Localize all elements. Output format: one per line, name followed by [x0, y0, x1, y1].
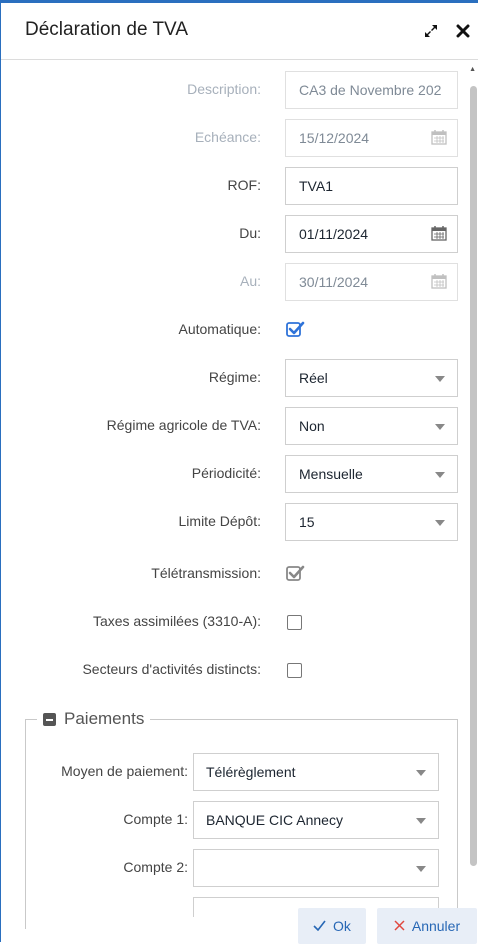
chevron-down-icon — [435, 520, 445, 526]
ok-button-label: Ok — [333, 918, 351, 934]
au-row: Au: 30/11/2024 — [1, 263, 461, 301]
compte1-label: Compte 1: — [123, 811, 188, 827]
close-icon[interactable] — [453, 21, 473, 41]
du-date-input[interactable]: 01/11/2024 — [285, 215, 458, 253]
paiements-legend[interactable]: Paiements — [37, 709, 151, 729]
echeance-field: 15/12/2024 — [285, 119, 458, 157]
du-row: Du: 01/11/2024 — [1, 215, 461, 253]
check-icon — [313, 918, 326, 934]
description-label: Description: — [187, 81, 261, 97]
regime-agricole-label: Régime agricole de TVA: — [106, 417, 261, 433]
regime-value: Réel — [299, 370, 328, 386]
collapse-icon[interactable] — [43, 712, 56, 726]
description-row: Description: CA3 de Novembre 202 — [1, 71, 461, 109]
du-value: 01/11/2024 — [299, 226, 369, 242]
periodicite-label: Périodicité: — [191, 465, 261, 481]
compte2-label: Compte 2: — [123, 859, 188, 875]
scrollbar[interactable]: ▲ ▼ — [468, 60, 478, 920]
automatique-checkbox[interactable] — [285, 319, 305, 344]
cancel-button-label: Annuler — [411, 918, 461, 934]
taxes-assimilees-row: Taxes assimilées (3310-A): — [1, 603, 461, 641]
rof-label: ROF: — [227, 177, 261, 193]
chevron-down-icon — [435, 472, 445, 478]
chevron-down-icon — [435, 376, 445, 382]
dialog-titlebar: Déclaration de TVA — [1, 3, 478, 60]
teletransmission-row: Télétransmission: — [1, 555, 461, 593]
paiements-legend-label: Paiements — [64, 709, 145, 728]
compte2-row: Compte 2: — [1, 849, 461, 887]
echeance-value: 15/12/2024 — [299, 130, 370, 146]
limite-depot-value: 15 — [299, 514, 315, 530]
regime-agricole-value: Non — [299, 418, 325, 434]
cancel-button[interactable]: Annuler — [377, 908, 477, 944]
x-icon — [394, 918, 405, 934]
expand-icon[interactable] — [421, 21, 441, 41]
au-value: 30/11/2024 — [299, 274, 369, 290]
teletransmission-label: Télétransmission: — [151, 565, 261, 581]
scrollbar-thumb[interactable] — [470, 86, 477, 866]
moyen-paiement-value: Télérèglement — [206, 764, 296, 780]
tva-dialog: Déclaration de TVA ▲ ▼ Description: CA3 … — [0, 0, 478, 944]
chevron-down-icon — [416, 866, 426, 872]
ok-button[interactable]: Ok — [298, 908, 366, 944]
periodicite-value: Mensuelle — [299, 466, 363, 482]
limite-depot-row: Limite Dépôt: 15 — [1, 503, 461, 541]
rof-row: ROF: TVA1 — [1, 167, 461, 205]
compte1-select[interactable]: BANQUE CIC Annecy — [193, 801, 439, 839]
dialog-title: Déclaration de TVA — [25, 19, 188, 40]
secteurs-label: Secteurs d'activités distincts: — [82, 661, 261, 677]
periodicite-row: Périodicité: Mensuelle — [1, 455, 461, 493]
calendar-icon[interactable] — [431, 225, 447, 244]
regime-label: Régime: — [208, 369, 261, 385]
limite-depot-select[interactable]: 15 — [285, 503, 458, 541]
limite-depot-label: Limite Dépôt: — [178, 513, 261, 529]
chevron-down-icon — [435, 424, 445, 430]
compte1-value: BANQUE CIC Annecy — [206, 812, 343, 828]
scroll-up-icon[interactable]: ▲ — [469, 66, 476, 73]
compte1-row: Compte 1: BANQUE CIC Annecy — [1, 801, 461, 839]
calendar-icon — [431, 129, 447, 148]
description-field: CA3 de Novembre 202 — [285, 71, 458, 109]
secteurs-row: Secteurs d'activités distincts: — [1, 651, 461, 689]
regime-agricole-select[interactable]: Non — [285, 407, 458, 445]
echeance-label: Echéance: — [194, 129, 261, 145]
teletransmission-checkbox — [285, 563, 305, 588]
regime-row: Régime: Réel — [1, 359, 461, 397]
periodicite-select[interactable]: Mensuelle — [285, 455, 458, 493]
echeance-row: Echéance: 15/12/2024 — [1, 119, 461, 157]
moyen-paiement-label: Moyen de paiement: — [61, 763, 188, 779]
rof-input[interactable]: TVA1 — [285, 167, 458, 205]
calendar-icon — [431, 273, 447, 292]
automatique-row: Automatique: — [1, 311, 461, 349]
compte2-select[interactable] — [193, 849, 439, 887]
taxes-assimilees-label: Taxes assimilées (3310-A): — [92, 613, 261, 629]
au-label: Au: — [239, 273, 261, 289]
chevron-down-icon — [416, 818, 426, 824]
du-label: Du: — [239, 225, 261, 241]
taxes-assimilees-checkbox[interactable] — [287, 615, 302, 630]
secteurs-checkbox[interactable] — [287, 663, 302, 678]
regime-agricole-row: Régime agricole de TVA: Non — [1, 407, 461, 445]
moyen-paiement-row: Moyen de paiement: Télérèglement — [1, 753, 461, 791]
automatique-label: Automatique: — [178, 321, 262, 337]
au-date-field: 30/11/2024 — [285, 263, 458, 301]
regime-select[interactable]: Réel — [285, 359, 458, 397]
moyen-paiement-select[interactable]: Télérèglement — [193, 753, 439, 791]
chevron-down-icon — [416, 770, 426, 776]
